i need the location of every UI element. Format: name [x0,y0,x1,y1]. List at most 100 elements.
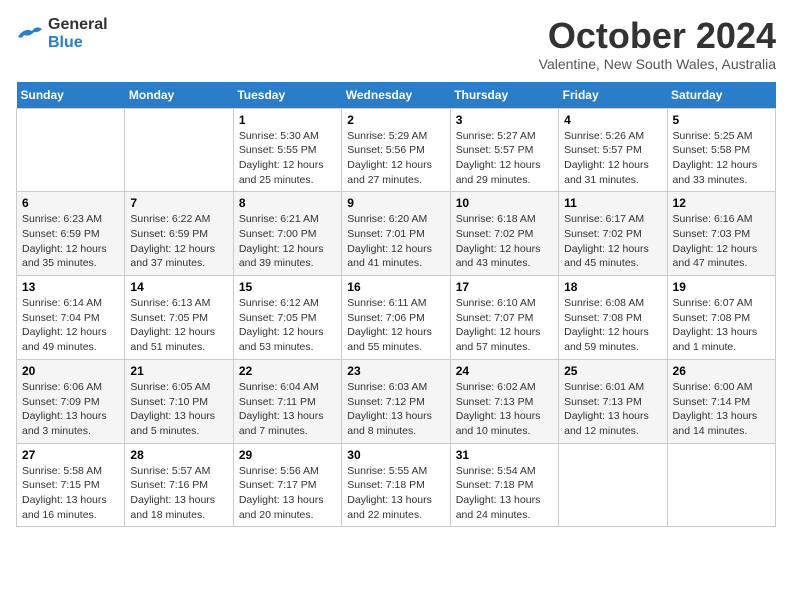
calendar-cell: 21 Sunrise: 6:05 AM Sunset: 7:10 PM Dayl… [125,359,233,443]
sunset-time: Sunset: 6:59 PM [130,227,227,242]
sunrise-time: Sunrise: 6:10 AM [456,296,553,311]
calendar-cell: 19 Sunrise: 6:07 AM Sunset: 7:08 PM Dayl… [667,276,775,360]
day-info: Sunrise: 6:05 AM Sunset: 7:10 PM Dayligh… [130,380,227,439]
daylight-hours: Daylight: 13 hours and 8 minutes. [347,409,444,438]
day-info: Sunrise: 5:27 AM Sunset: 5:57 PM Dayligh… [456,129,553,188]
calendar-cell: 29 Sunrise: 5:56 AM Sunset: 7:17 PM Dayl… [233,443,341,527]
daylight-hours: Daylight: 13 hours and 20 minutes. [239,493,336,522]
sunset-time: Sunset: 7:00 PM [239,227,336,242]
day-info: Sunrise: 6:01 AM Sunset: 7:13 PM Dayligh… [564,380,661,439]
day-info: Sunrise: 6:13 AM Sunset: 7:05 PM Dayligh… [130,296,227,355]
sunset-time: Sunset: 7:04 PM [22,311,119,326]
daylight-hours: Daylight: 13 hours and 16 minutes. [22,493,119,522]
calendar-cell: 6 Sunrise: 6:23 AM Sunset: 6:59 PM Dayli… [17,192,125,276]
sunrise-time: Sunrise: 6:03 AM [347,380,444,395]
header-saturday: Saturday [667,82,775,109]
day-info: Sunrise: 6:04 AM Sunset: 7:11 PM Dayligh… [239,380,336,439]
day-info: Sunrise: 6:17 AM Sunset: 7:02 PM Dayligh… [564,212,661,271]
header-tuesday: Tuesday [233,82,341,109]
calendar-cell: 14 Sunrise: 6:13 AM Sunset: 7:05 PM Dayl… [125,276,233,360]
sunrise-time: Sunrise: 6:16 AM [673,212,770,227]
daylight-hours: Daylight: 12 hours and 39 minutes. [239,242,336,271]
sunrise-time: Sunrise: 6:04 AM [239,380,336,395]
sunset-time: Sunset: 7:05 PM [130,311,227,326]
sunset-time: Sunset: 7:02 PM [564,227,661,242]
daylight-hours: Daylight: 12 hours and 29 minutes. [456,158,553,187]
day-info: Sunrise: 6:11 AM Sunset: 7:06 PM Dayligh… [347,296,444,355]
sunrise-time: Sunrise: 6:06 AM [22,380,119,395]
day-number: 13 [22,280,119,294]
calendar-header-row: Sunday Monday Tuesday Wednesday Thursday… [17,82,776,109]
sunset-time: Sunset: 7:01 PM [347,227,444,242]
day-number: 1 [239,113,336,127]
daylight-hours: Daylight: 12 hours and 45 minutes. [564,242,661,271]
day-number: 30 [347,448,444,462]
daylight-hours: Daylight: 12 hours and 51 minutes. [130,325,227,354]
day-info: Sunrise: 6:20 AM Sunset: 7:01 PM Dayligh… [347,212,444,271]
calendar-cell: 26 Sunrise: 6:00 AM Sunset: 7:14 PM Dayl… [667,359,775,443]
sunrise-time: Sunrise: 6:00 AM [673,380,770,395]
calendar-cell: 23 Sunrise: 6:03 AM Sunset: 7:12 PM Dayl… [342,359,450,443]
day-number: 26 [673,364,770,378]
sunrise-time: Sunrise: 6:12 AM [239,296,336,311]
calendar-cell [125,108,233,192]
day-info: Sunrise: 6:23 AM Sunset: 6:59 PM Dayligh… [22,212,119,271]
daylight-hours: Daylight: 12 hours and 55 minutes. [347,325,444,354]
sunrise-time: Sunrise: 6:07 AM [673,296,770,311]
sunset-time: Sunset: 7:12 PM [347,395,444,410]
logo-text: General Blue [48,16,108,52]
day-info: Sunrise: 6:12 AM Sunset: 7:05 PM Dayligh… [239,296,336,355]
sunset-time: Sunset: 7:14 PM [673,395,770,410]
sunset-time: Sunset: 5:56 PM [347,143,444,158]
day-info: Sunrise: 5:26 AM Sunset: 5:57 PM Dayligh… [564,129,661,188]
day-number: 16 [347,280,444,294]
day-info: Sunrise: 6:07 AM Sunset: 7:08 PM Dayligh… [673,296,770,355]
week-row-2: 6 Sunrise: 6:23 AM Sunset: 6:59 PM Dayli… [17,192,776,276]
sunrise-time: Sunrise: 6:13 AM [130,296,227,311]
daylight-hours: Daylight: 12 hours and 41 minutes. [347,242,444,271]
day-info: Sunrise: 6:22 AM Sunset: 6:59 PM Dayligh… [130,212,227,271]
day-info: Sunrise: 5:54 AM Sunset: 7:18 PM Dayligh… [456,464,553,523]
calendar-cell: 12 Sunrise: 6:16 AM Sunset: 7:03 PM Dayl… [667,192,775,276]
calendar-cell [667,443,775,527]
daylight-hours: Daylight: 12 hours and 57 minutes. [456,325,553,354]
daylight-hours: Daylight: 12 hours and 53 minutes. [239,325,336,354]
sunset-time: Sunset: 7:18 PM [456,478,553,493]
sunset-time: Sunset: 5:57 PM [456,143,553,158]
day-number: 3 [456,113,553,127]
day-info: Sunrise: 5:56 AM Sunset: 7:17 PM Dayligh… [239,464,336,523]
day-number: 18 [564,280,661,294]
calendar-cell: 25 Sunrise: 6:01 AM Sunset: 7:13 PM Dayl… [559,359,667,443]
sunrise-time: Sunrise: 5:26 AM [564,129,661,144]
daylight-hours: Daylight: 12 hours and 43 minutes. [456,242,553,271]
week-row-1: 1 Sunrise: 5:30 AM Sunset: 5:55 PM Dayli… [17,108,776,192]
calendar-cell: 22 Sunrise: 6:04 AM Sunset: 7:11 PM Dayl… [233,359,341,443]
sunset-time: Sunset: 7:17 PM [239,478,336,493]
day-info: Sunrise: 5:30 AM Sunset: 5:55 PM Dayligh… [239,129,336,188]
daylight-hours: Daylight: 13 hours and 12 minutes. [564,409,661,438]
day-info: Sunrise: 6:03 AM Sunset: 7:12 PM Dayligh… [347,380,444,439]
location-subtitle: Valentine, New South Wales, Australia [539,56,776,72]
logo-bird-icon [16,23,44,45]
day-number: 5 [673,113,770,127]
day-number: 6 [22,196,119,210]
sunset-time: Sunset: 7:09 PM [22,395,119,410]
day-number: 31 [456,448,553,462]
calendar-cell: 9 Sunrise: 6:20 AM Sunset: 7:01 PM Dayli… [342,192,450,276]
day-info: Sunrise: 6:21 AM Sunset: 7:00 PM Dayligh… [239,212,336,271]
daylight-hours: Daylight: 12 hours and 49 minutes. [22,325,119,354]
calendar-cell [17,108,125,192]
day-info: Sunrise: 6:14 AM Sunset: 7:04 PM Dayligh… [22,296,119,355]
calendar-cell: 3 Sunrise: 5:27 AM Sunset: 5:57 PM Dayli… [450,108,558,192]
day-number: 23 [347,364,444,378]
sunset-time: Sunset: 5:58 PM [673,143,770,158]
sunset-time: Sunset: 7:10 PM [130,395,227,410]
calendar-cell: 16 Sunrise: 6:11 AM Sunset: 7:06 PM Dayl… [342,276,450,360]
daylight-hours: Daylight: 13 hours and 18 minutes. [130,493,227,522]
day-info: Sunrise: 5:55 AM Sunset: 7:18 PM Dayligh… [347,464,444,523]
sunrise-time: Sunrise: 5:25 AM [673,129,770,144]
daylight-hours: Daylight: 12 hours and 59 minutes. [564,325,661,354]
week-row-3: 13 Sunrise: 6:14 AM Sunset: 7:04 PM Dayl… [17,276,776,360]
daylight-hours: Daylight: 12 hours and 27 minutes. [347,158,444,187]
calendar-cell: 10 Sunrise: 6:18 AM Sunset: 7:02 PM Dayl… [450,192,558,276]
